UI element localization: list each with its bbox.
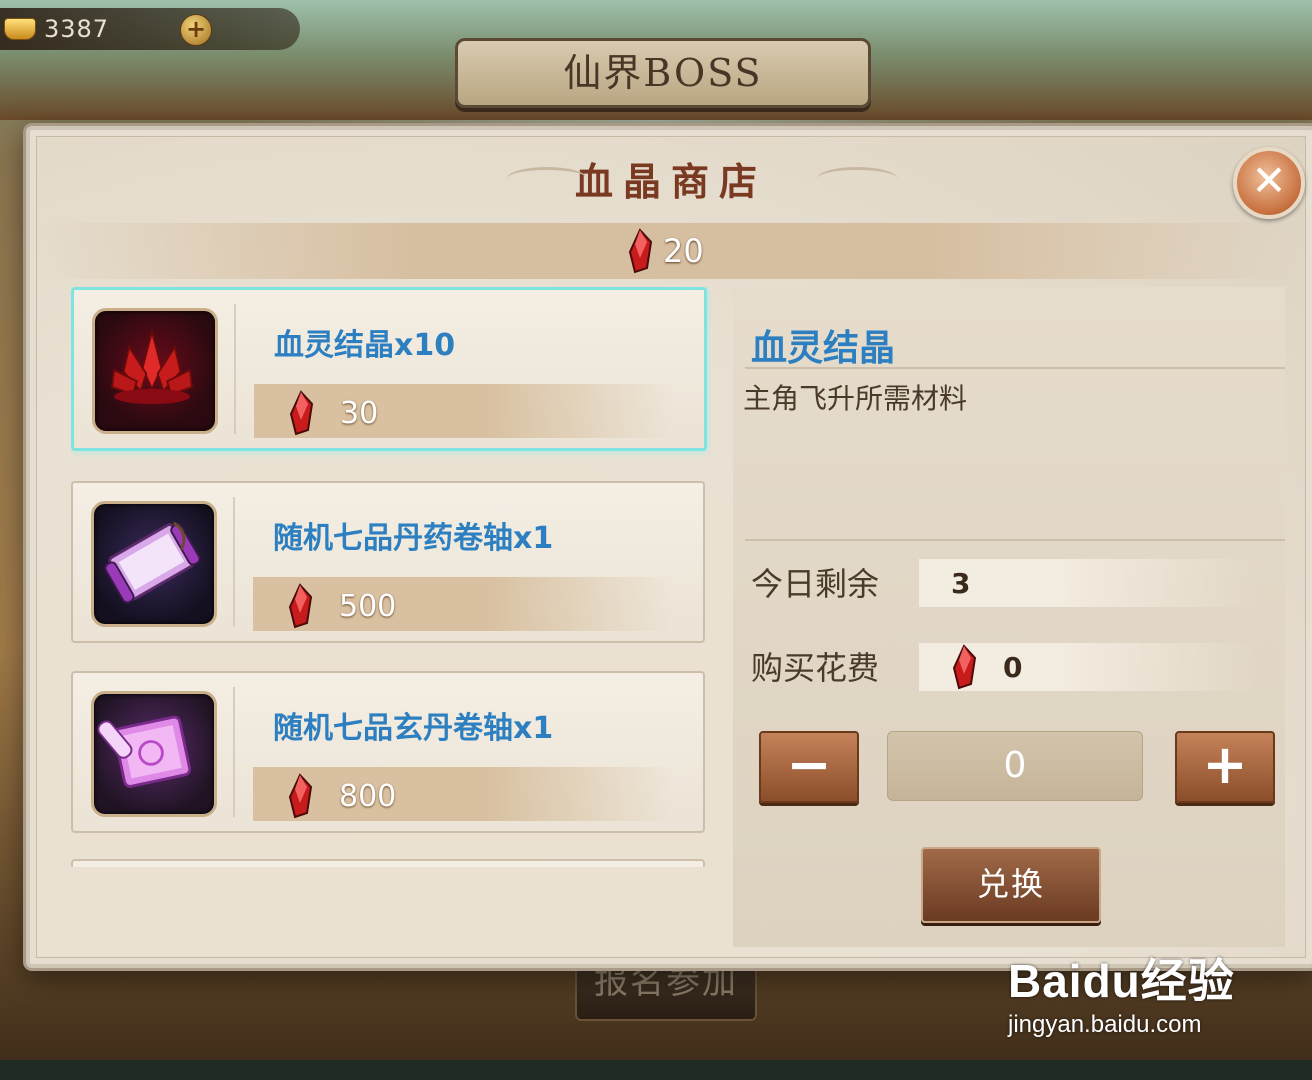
item-name: 随机七品丹药卷轴x1 <box>273 521 554 556</box>
remaining-label: 今日剩余 <box>751 565 880 603</box>
increase-quantity-button[interactable]: + <box>1175 731 1275 803</box>
crystal-balance: 20 <box>663 232 704 270</box>
quantity-input[interactable]: 0 <box>887 731 1143 801</box>
divider <box>745 539 1285 541</box>
item-divider <box>234 304 236 434</box>
item-name: 随机七品玄丹卷轴x1 <box>273 711 554 746</box>
baidu-jingyan-watermark: Baidu经验 jingyan.baidu.com <box>1008 945 1288 1039</box>
scene-title-plaque: 仙界BOSS <box>455 38 871 108</box>
detail-title: 血灵结晶 <box>751 328 896 369</box>
add-currency-button[interactable]: + <box>180 14 212 46</box>
blood-crystal-icon <box>951 644 977 690</box>
price-bar <box>254 384 674 438</box>
item-price: 30 <box>340 396 379 431</box>
cost-box: 0 <box>919 643 1259 691</box>
dialog-title: 血晶商店 <box>574 159 767 204</box>
detail-description: 主角飞升所需材料 <box>743 382 968 415</box>
cost-value: 0 <box>1003 651 1023 684</box>
blood-crystal-icon <box>288 390 314 436</box>
watermark-url: jingyan.baidu.com <box>1008 1011 1202 1038</box>
item-name: 血灵结晶x10 <box>274 328 456 363</box>
divider <box>745 367 1285 369</box>
blood-crystal-icon <box>627 228 653 274</box>
purple-scroll-icon <box>91 501 217 627</box>
item-divider <box>233 497 235 627</box>
shop-item-random-pill-scroll[interactable]: 随机七品丹药卷轴x1 500 <box>71 481 705 643</box>
top-bar: 3387 + 仙界BOSS <box>0 0 1312 120</box>
item-divider <box>233 687 235 817</box>
item-detail-panel: 血灵结晶 主角飞升所需材料 今日剩余 3 购买花费 0 − 0 + 兑换 <box>733 287 1285 947</box>
item-price: 800 <box>339 779 397 814</box>
price-bar <box>253 767 673 821</box>
scene-title: 仙界BOSS <box>563 51 763 95</box>
bottom-bar <box>0 1060 1312 1080</box>
crystal-balance-bar: 20 <box>37 223 1305 279</box>
exchange-button[interactable]: 兑换 <box>921 847 1101 923</box>
dialog-title-row: 血晶商店 <box>37 151 1305 206</box>
cloud-ornament-right-icon <box>817 167 897 190</box>
cost-label: 购买花费 <box>751 649 880 687</box>
close-button[interactable]: ✕ <box>1233 147 1305 219</box>
red-crystal-icon <box>92 308 218 434</box>
shop-item-list[interactable]: 血灵结晶x10 30 随机七品丹药卷轴x1 500 随机七品玄丹卷轴x1 800 <box>71 287 711 867</box>
decrease-quantity-button[interactable]: − <box>759 731 859 803</box>
watermark-logo: Baidu经验 <box>1008 955 1235 1007</box>
remaining-value: 3 <box>951 567 971 600</box>
blood-crystal-shop-dialog: 血晶商店 ✕ 20 血灵结晶x10 30 随机七品丹药卷轴x1 500 随机七品… <box>26 126 1312 968</box>
shop-item-blood-spirit-crystal[interactable]: 血灵结晶x10 30 <box>71 287 707 451</box>
gold-amount: 3387 <box>44 15 110 43</box>
price-bar <box>253 577 673 631</box>
shop-item-partial[interactable] <box>71 859 705 867</box>
gold-ingot-icon <box>4 18 36 40</box>
cloud-ornament-left-icon <box>507 167 587 190</box>
pink-scroll-icon <box>91 691 217 817</box>
remaining-box: 3 <box>919 559 1259 607</box>
gold-currency-display: 3387 + <box>0 8 300 50</box>
dialog-body: 血晶商店 ✕ 20 血灵结晶x10 30 随机七品丹药卷轴x1 500 随机七品… <box>36 136 1306 958</box>
shop-item-random-mystic-pill-scroll[interactable]: 随机七品玄丹卷轴x1 800 <box>71 671 705 833</box>
blood-crystal-icon <box>287 583 313 629</box>
item-price: 500 <box>339 589 397 624</box>
blood-crystal-icon <box>287 773 313 819</box>
